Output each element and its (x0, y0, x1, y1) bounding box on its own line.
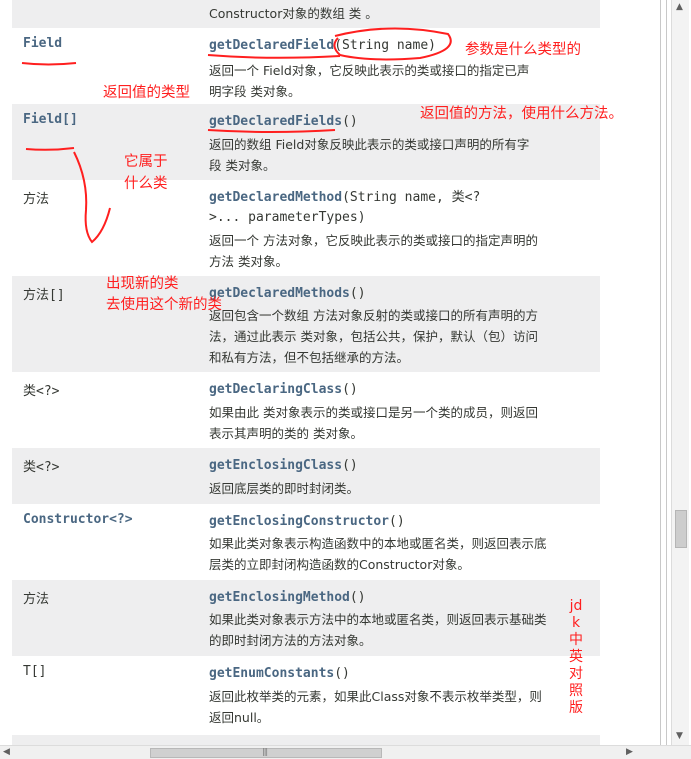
table-row: 类<?> getDeclaringClass() 如果由此 类对象表示的类或接口… (12, 372, 600, 448)
method-link[interactable]: getDeclaredField (209, 38, 334, 53)
desc-line: 如果此类对象表示构造函数中的本地或匿名类，则返回表示底 (209, 536, 547, 551)
vertical-scroll-thumb[interactable] (675, 510, 687, 548)
desc-line: 明字段 类对象。 (209, 84, 301, 99)
method-params: () (342, 382, 358, 397)
method-description: 如果此类对象表示方法中的本地或匿名类，则返回表示基础类 的即时封闭方法的方法对象… (209, 609, 587, 651)
desc-line: 返回null。 (209, 710, 270, 725)
method-signature: getEnclosingMethod() (209, 588, 587, 608)
method-signature: getDeclaringClass() (209, 380, 587, 400)
table-row: 类<?> getEnclosingClass() 返回底层类的即时封闭类。 (12, 448, 600, 504)
horizontal-scrollbar[interactable]: ◀ ||| ▶ (0, 745, 691, 759)
table-row: 方法[] getDeclaredMethods() 返回包含一个数组 方法对象反… (12, 276, 600, 372)
return-type: 类<?> (23, 460, 60, 475)
desc-line: 如果由此 类对象表示的类或接口是另一个类的成员，则返回 (209, 405, 538, 420)
method-params: () (342, 458, 358, 473)
table-row: Constructor<?> getEnclosingConstructor()… (12, 504, 600, 580)
annotation-belongs-line2: 什么类 (124, 176, 168, 192)
pane-divider (660, 0, 661, 745)
method-params-cont: >... parameterTypes) (209, 210, 366, 225)
annotation-method-usage: 返回值的方法，使用什么方法。 (420, 106, 623, 122)
scroll-up-icon[interactable]: ▲ (676, 2, 683, 12)
method-link[interactable]: getDeclaredFields (209, 114, 342, 129)
method-signature: getEnclosingClass() (209, 456, 587, 476)
return-type: 方法 (23, 192, 50, 207)
annotation-new-class-line1: 出现新的类 (106, 276, 179, 292)
desc-line: 返回一个 方法对象，它反映此表示的类或接口的指定声明的 (209, 233, 538, 248)
method-link[interactable]: getDeclaringClass (209, 382, 342, 397)
return-type-link[interactable]: Field[] (23, 112, 78, 127)
table-row: 方法 getEnclosingMethod() 如果此类对象表示方法中的本地或匿… (12, 580, 600, 656)
method-description: 返回此枚举类的元素，如果此Class对象不表示枚举类型，则 返回null。 (209, 686, 587, 728)
return-type-link[interactable]: Constructor<?> (23, 512, 133, 527)
return-type: T[] (23, 664, 47, 679)
method-params: () (342, 114, 358, 129)
desc-line: 返回一个 Field对象，它反映此表示的类或接口的指定已声 (209, 63, 530, 78)
desc-line: 方法 类对象。 (209, 254, 288, 269)
scroll-left-icon[interactable]: ◀ (3, 747, 10, 757)
desc-line: 层类的立即封闭构造函数的Constructor对象。 (209, 557, 470, 572)
desc-line: 返回包含一个数组 方法对象反射的类或接口的所有声明的方 (209, 308, 538, 323)
method-description: 返回包含一个数组 方法对象反射的类或接口的所有声明的方 法，通过此表示 类对象，… (209, 305, 587, 368)
scroll-down-icon[interactable]: ▼ (676, 731, 683, 741)
method-link[interactable]: getEnumConstants (209, 666, 334, 681)
method-params: () (334, 666, 350, 681)
method-link[interactable]: getEnclosingClass (209, 458, 342, 473)
method-params: (String name, 类<? (342, 190, 481, 205)
method-params: () (389, 514, 405, 529)
annotation-jdk-version: jdk中英对照版 (569, 598, 583, 716)
method-link[interactable]: getEnclosingConstructor (209, 514, 389, 529)
desc-line: 返回的数组 Field对象反映此表示的类或接口声明的所有字 (209, 137, 530, 152)
desc-line: 返回此枚举类的元素，如果此Class对象不表示枚举类型，则 (209, 689, 542, 704)
table-row: T[] getEnumConstants() 返回此枚举类的元素，如果此Clas… (12, 656, 600, 745)
desc-line: 表示其声明的类的 类对象。 (209, 426, 363, 441)
method-signature: getEnumConstants() (209, 664, 587, 684)
method-signature: getEnclosingConstructor() (209, 512, 587, 532)
annotation-return-type: 返回值的类型 (103, 85, 190, 101)
method-params: () (349, 286, 366, 301)
method-link[interactable]: getEnclosingMethod (209, 590, 350, 605)
return-type-link[interactable]: Field (23, 36, 62, 51)
method-description: 返回的数组 Field对象反映此表示的类或接口声明的所有字 段 类对象。 (209, 134, 587, 176)
method-description: 如果由此 类对象表示的类或接口是另一个类的成员，则返回 表示其声明的类的 类对象… (209, 402, 587, 444)
desc-line: 法，通过此表示 类对象，包括公共，保护，默认（包）访问 (209, 329, 538, 344)
table-row-partial: Constructor对象的数组 类 。 (12, 0, 600, 28)
method-description: Constructor对象的数组 类 。 (209, 6, 378, 21)
table-row: 方法 getDeclaredMethod(String name, 类<? >..… (12, 180, 600, 276)
method-description: 返回一个 Field对象，它反映此表示的类或接口的指定已声 明字段 类对象。 (209, 60, 587, 102)
method-link[interactable]: getDeclaredMethods (209, 286, 350, 301)
method-link[interactable]: getDeclaredMethod (209, 190, 342, 205)
desc-line: 如果此类对象表示方法中的本地或匿名类，则返回表示基础类 (209, 612, 547, 627)
scroll-grip-icon: ||| (262, 747, 268, 756)
method-params: () (349, 590, 366, 605)
method-params: (String name) (334, 38, 436, 53)
annotation-param-type: 参数是什么类型的 (465, 42, 581, 58)
annotation-new-class-line2: 去使用这个新的类 (106, 297, 222, 313)
desc-line: 返回底层类的即时封闭类。 (209, 481, 360, 496)
scroll-right-icon[interactable]: ▶ (626, 747, 633, 757)
method-description: 如果此类对象表示构造函数中的本地或匿名类，则返回表示底 层类的立即封闭构造函数的… (209, 533, 587, 575)
pane-divider (666, 0, 667, 745)
desc-line: 和私有方法，但不包括继承的方法。 (209, 350, 410, 365)
desc-line: 段 类对象。 (209, 158, 276, 173)
table-row-partial (12, 735, 600, 745)
return-type: 方法 (23, 592, 50, 607)
return-type: 类<?> (23, 384, 60, 399)
method-description: 返回底层类的即时封闭类。 (209, 478, 587, 499)
method-signature: getDeclaredMethods() (209, 284, 587, 304)
annotation-belongs-line1: 它属于 (124, 154, 168, 170)
return-type: 方法[] (23, 288, 65, 303)
desc-line: 的即时封闭方法的方法对象。 (209, 633, 372, 648)
method-signature: getDeclaredMethod(String name, 类<? >... p… (209, 188, 587, 228)
vertical-scrollbar[interactable]: ▲ ▼ (671, 0, 689, 745)
method-description: 返回一个 方法对象，它反映此表示的类或接口的指定声明的 方法 类对象。 (209, 230, 587, 272)
